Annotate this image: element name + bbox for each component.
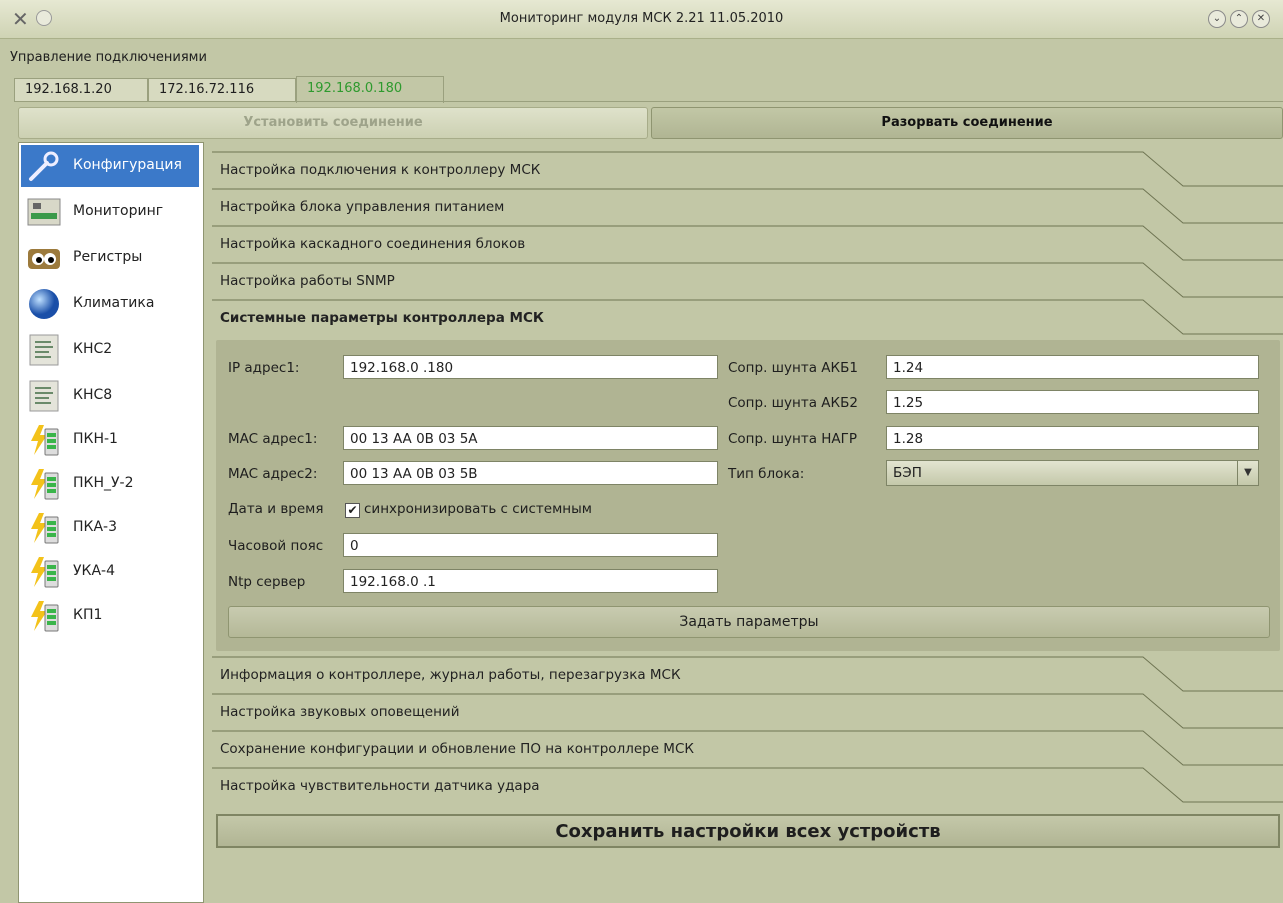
section-label: Системные параметры контроллера МСК — [220, 310, 544, 326]
battery-lightning-icon — [31, 557, 59, 588]
sidebar-item-label: Конфигурация — [73, 157, 182, 173]
sidebar-item-climate[interactable]: Климатика — [21, 283, 199, 325]
section-controller-info[interactable]: Информация о контроллере, журнал работы,… — [208, 656, 1283, 693]
section-power-control[interactable]: Настройка блока управления питанием — [208, 188, 1283, 225]
wrench-icon — [29, 151, 59, 181]
battery-lightning-icon — [31, 601, 59, 632]
tab-divider — [14, 101, 1283, 102]
section-snmp[interactable]: Настройка работы SNMP — [208, 262, 1283, 299]
menu-bar: Управление подключениями — [0, 42, 1283, 72]
sidebar-item-registers[interactable]: Регистры — [21, 237, 199, 279]
sidebar-item-label: ПКН_У-2 — [73, 475, 134, 491]
close-icon[interactable]: ✕ — [1252, 10, 1270, 28]
shunt1-label: Сопр. шунта АКБ1 — [728, 360, 858, 376]
section-label: Настройка работы SNMP — [220, 273, 395, 289]
sidebar-item-pka3[interactable]: ПКА-3 — [21, 507, 199, 549]
connect-button[interactable]: Установить соединение — [18, 107, 648, 139]
section-label: Сохранение конфигурации и обновление ПО … — [220, 741, 694, 757]
section-sound-alerts[interactable]: Настройка звуковых оповещений — [208, 693, 1283, 730]
timezone-input[interactable]: 0 — [343, 533, 718, 557]
shunt3-label: Сопр. шунта НАГР — [728, 431, 858, 447]
tab-connection-3[interactable]: 192.168.0.180 — [296, 76, 444, 103]
sync-checkbox[interactable]: ✔ — [345, 503, 360, 518]
document-icon — [29, 380, 59, 412]
section-controller-connection[interactable]: Настройка подключения к контроллеру МСК — [208, 151, 1283, 188]
battery-lightning-icon — [31, 513, 59, 544]
sidebar-item-kp1[interactable]: КП1 — [21, 595, 199, 637]
sidebar-item-label: УКА-4 — [73, 563, 116, 579]
sidebar-item-pkn-u2[interactable]: ПКН_У-2 — [21, 463, 199, 505]
section-label: Настройка звуковых оповещений — [220, 704, 460, 720]
shunt2-input[interactable]: 1.25 — [886, 390, 1259, 414]
ip1-label: IP адрес1: — [228, 360, 300, 376]
block-type-select[interactable]: БЭП ▼ — [886, 460, 1259, 486]
ntp-label: Ntp сервер — [228, 574, 306, 590]
content-area: Настройка подключения к контроллеру МСК … — [208, 142, 1283, 901]
minimize-icon[interactable]: ⌄ — [1208, 10, 1226, 28]
title-bar: ✕ Мониторинг модуля МСК 2.21 11.05.2010 … — [0, 0, 1283, 39]
ip1-input[interactable]: 192.168.0 .180 — [343, 355, 718, 379]
sidebar-item-uka4[interactable]: УКА-4 — [21, 551, 199, 593]
section-label: Настройка блока управления питанием — [220, 199, 505, 215]
tab-connection-2[interactable]: 172.16.72.116 — [148, 78, 296, 101]
section-label: Настройка каскадного соединения блоков — [220, 236, 526, 252]
section-label: Настройка подключения к контроллеру МСК — [220, 162, 541, 178]
document-icon — [29, 334, 59, 366]
section-system-params[interactable]: Системные параметры контроллера МСК — [208, 299, 1283, 336]
section-label: Информация о контроллере, журнал работы,… — [220, 667, 681, 683]
sidebar-item-label: Мониторинг — [73, 203, 164, 219]
disconnect-button[interactable]: Разорвать соединение — [651, 107, 1283, 139]
shunt1-input[interactable]: 1.24 — [886, 355, 1259, 379]
sidebar-item-label: ПКА-3 — [73, 519, 118, 535]
sidebar-item-configuration[interactable]: Конфигурация — [21, 145, 199, 187]
sidebar-item-label: Климатика — [73, 295, 155, 311]
mac1-input[interactable]: 00 13 AA 0B 03 5A — [343, 426, 718, 450]
section-save-config-firmware[interactable]: Сохранение конфигурации и обновление ПО … — [208, 730, 1283, 767]
shunt3-input[interactable]: 1.28 — [886, 426, 1259, 450]
globe-icon — [29, 289, 59, 319]
ntp-input[interactable]: 192.168.0 .1 — [343, 569, 718, 593]
sidebar-item-monitoring[interactable]: Мониторинг — [21, 191, 199, 233]
battery-lightning-icon — [31, 469, 59, 500]
chevron-down-icon: ▼ — [1237, 461, 1258, 485]
datetime-label: Дата и время — [228, 501, 324, 517]
sidebar-item-pkn1[interactable]: ПКН-1 — [21, 419, 199, 461]
registers-eyes-icon — [28, 249, 60, 269]
menu-connections[interactable]: Управление подключениями — [10, 50, 207, 65]
sidebar-item-label: КП1 — [73, 607, 103, 623]
battery-lightning-icon — [31, 425, 59, 456]
sidebar-item-label: КНС8 — [73, 387, 113, 403]
section-cascade[interactable]: Настройка каскадного соединения блоков — [208, 225, 1283, 262]
block-type-label: Тип блока: — [728, 466, 805, 482]
window-title: Мониторинг модуля МСК 2.21 11.05.2010 — [499, 11, 784, 26]
save-all-button[interactable]: Сохранить настройки всех устройств — [216, 814, 1280, 848]
sidebar: Конфигурация Мониторинг Регистры Климати… — [18, 142, 204, 903]
sync-label: синхронизировать с системным — [364, 501, 592, 517]
mac1-label: MAC адрес1: — [228, 431, 318, 447]
sidebar-item-label: ПКН-1 — [73, 431, 118, 447]
sidebar-item-kns2[interactable]: КНС2 — [21, 329, 199, 371]
sidebar-item-kns8[interactable]: КНС8 — [21, 375, 199, 417]
section-shock-sensor[interactable]: Настройка чувствительности датчика удара — [208, 767, 1283, 804]
mac2-label: MAC адрес2: — [228, 466, 318, 482]
tab-connection-1[interactable]: 192.168.1.20 — [14, 78, 148, 101]
block-type-value: БЭП — [893, 465, 922, 481]
maximize-icon[interactable]: ⌃ — [1230, 10, 1248, 28]
section-label: Настройка чувствительности датчика удара — [220, 778, 540, 794]
mac2-input[interactable]: 00 13 AA 0B 03 5B — [343, 461, 718, 485]
timezone-label: Часовой пояс — [228, 538, 324, 554]
system-params-panel: IP адрес1: 192.168.0 .180 MAC адрес1: 00… — [216, 340, 1280, 651]
shunt2-label: Сопр. шунта АКБ2 — [728, 395, 858, 411]
sidebar-item-label: КНС2 — [73, 341, 113, 357]
apply-params-button[interactable]: Задать параметры — [228, 606, 1270, 638]
sidebar-item-label: Регистры — [73, 249, 143, 265]
monitor-board-icon — [27, 198, 61, 226]
